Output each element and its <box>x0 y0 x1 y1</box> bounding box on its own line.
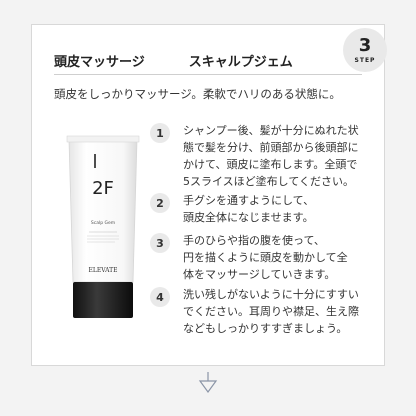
step-2-number: 2 <box>150 193 170 213</box>
step-4-number: 4 <box>150 287 170 307</box>
section-title: 頭皮マッサージ スキャルプジェム <box>54 51 293 70</box>
instruction-step-1: 1 シャンプー後、髪が十分にぬれた状 態で髪を分け、前頭部から後頭部に かけて、… <box>150 122 375 190</box>
product-brand: ELEVATE <box>88 267 117 274</box>
lead-text: 頭皮をしっかりマッサージ。柔軟でハリのある状態に。 <box>54 87 341 101</box>
arrow-down-icon <box>198 372 218 394</box>
product-name: Scalp Gem <box>91 220 115 226</box>
step-2-text: 手グシを通すようにして、 頭皮全体になじませます。 <box>183 194 315 224</box>
instruction-step-3: 3 手のひらや指の腹を使って、 円を描くように頭皮を動かして全 体をマッサージし… <box>150 232 375 283</box>
product-code: 2F <box>92 178 114 199</box>
step-3-text: 手のひらや指の腹を使って、 円を描くように頭皮を動かして全 体をマッサージしてい… <box>183 234 348 281</box>
product-tube-image: 2F Scalp Gem ELEVATE <box>66 135 140 318</box>
title-left: 頭皮マッサージ <box>54 55 145 70</box>
step-number: 3 <box>358 34 372 56</box>
step-label: STEP <box>354 56 376 64</box>
step-1-number: 1 <box>150 123 170 143</box>
step-4-text: 洗い残しがないように十分にすすい でください。耳周りや襟足、生え際 などもしっか… <box>183 288 359 335</box>
step-3-number: 3 <box>150 233 170 253</box>
instruction-step-4: 4 洗い残しがないように十分にすすい でください。耳周りや襟足、生え際 などもし… <box>150 286 375 337</box>
step-badge: 3 STEP <box>343 28 387 72</box>
title-right: スキャルプジェム <box>188 55 293 70</box>
title-divider <box>54 74 362 75</box>
instruction-step-2: 2 手グシを通すようにして、 頭皮全体になじませます。 <box>150 192 375 226</box>
step-1-text: シャンプー後、髪が十分にぬれた状 態で髪を分け、前頭部から後頭部に かけて、頭皮… <box>183 124 359 188</box>
